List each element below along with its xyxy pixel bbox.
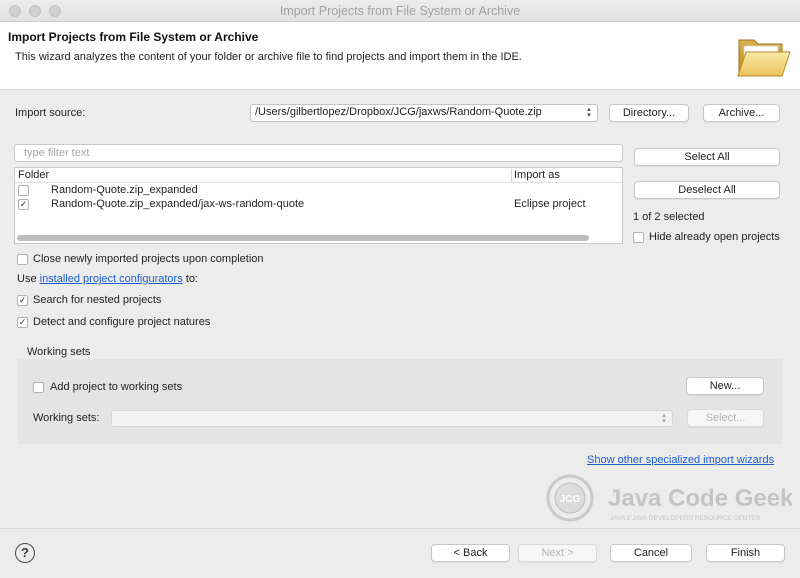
projects-table: Folder Import as Random-Quote.zip_expand… xyxy=(14,167,623,244)
detect-natures-checkbox[interactable]: ✓ xyxy=(17,317,28,328)
deselect-all-button[interactable]: Deselect All xyxy=(634,181,780,199)
window-title: Import Projects from File System or Arch… xyxy=(279,4,521,18)
add-working-sets-checkbox[interactable] xyxy=(33,382,44,393)
search-nested-checkbox[interactable]: ✓ xyxy=(17,295,28,306)
horizontal-scrollbar[interactable] xyxy=(17,234,620,242)
wizard-title: Import Projects from File System or Arch… xyxy=(8,30,259,44)
row-checkbox[interactable] xyxy=(18,185,29,196)
selection-count: 1 of 2 selected xyxy=(633,211,705,223)
working-sets-label: Working sets: xyxy=(33,412,100,424)
filter-input[interactable]: type filter text xyxy=(14,144,623,162)
column-header-import-as[interactable]: Import as xyxy=(514,169,560,181)
column-separator xyxy=(511,169,512,182)
use-suffix: to: xyxy=(182,273,198,285)
import-source-label: Import source: xyxy=(15,107,86,119)
table-row[interactable]: Random-Quote.zip_expanded xyxy=(15,183,622,198)
use-prefix: Use xyxy=(17,273,40,285)
wizard-description: This wizard analyzes the content of your… xyxy=(15,51,522,63)
close-imported-label[interactable]: Close newly imported projects upon compl… xyxy=(33,253,264,265)
working-sets-combo[interactable]: ▴ ▾ xyxy=(111,410,673,427)
table-header: Folder Import as xyxy=(15,168,622,183)
watermark-tagline: JAVA 2 JAVA DEVELOPERS RESOURCE CENTER xyxy=(610,515,760,522)
new-working-set-button[interactable]: New... xyxy=(686,377,764,395)
column-header-folder[interactable]: Folder xyxy=(18,169,49,181)
working-sets-panel xyxy=(17,359,783,444)
hide-open-checkbox[interactable] xyxy=(633,232,644,243)
wizard-header: Import Projects from File System or Arch… xyxy=(0,22,800,90)
search-nested-label[interactable]: Search for nested projects xyxy=(33,294,161,306)
row-folder: Random-Quote.zip_expanded/jax-ws-random-… xyxy=(51,198,305,210)
watermark-badge: JCG xyxy=(560,494,581,505)
hide-open-label[interactable]: Hide already open projects xyxy=(649,231,780,243)
close-imported-checkbox[interactable] xyxy=(17,254,28,265)
back-button[interactable]: < Back xyxy=(431,544,510,562)
installed-configurators-link[interactable]: installed project configurators xyxy=(40,273,183,285)
row-import-as: Eclipse project xyxy=(514,198,586,210)
scrollbar-thumb[interactable] xyxy=(17,235,589,241)
next-button[interactable]: Next > xyxy=(518,544,597,562)
cancel-button[interactable]: Cancel xyxy=(610,544,692,562)
working-sets-group-label: Working sets xyxy=(27,346,91,358)
footer-separator xyxy=(0,528,800,529)
row-folder: Random-Quote.zip_expanded xyxy=(51,184,198,196)
archive-button[interactable]: Archive... xyxy=(703,104,780,122)
combo-arrows-icon: ▴ ▾ xyxy=(662,412,666,425)
detect-natures-label[interactable]: Detect and configure project natures xyxy=(33,316,210,328)
open-folder-icon xyxy=(737,39,791,77)
select-working-sets-button[interactable]: Select... xyxy=(687,409,764,427)
title-bar: Import Projects from File System or Arch… xyxy=(0,0,800,22)
directory-button[interactable]: Directory... xyxy=(609,104,689,122)
finish-button[interactable]: Finish xyxy=(706,544,785,562)
table-row[interactable]: ✓ Random-Quote.zip_expanded/jax-ws-rando… xyxy=(15,197,622,212)
help-icon[interactable]: ? xyxy=(15,543,35,563)
select-all-button[interactable]: Select All xyxy=(634,148,780,166)
watermark-brand: Java Code Geeks xyxy=(608,485,792,512)
row-checkbox[interactable]: ✓ xyxy=(18,199,29,210)
other-import-wizards-link[interactable]: Show other specialized import wizards xyxy=(587,454,774,466)
add-working-sets-label[interactable]: Add project to working sets xyxy=(50,381,182,393)
import-source-value: /Users/gilbertlopez/Dropbox/JCG/jaxws/Ra… xyxy=(255,106,542,118)
import-source-combo[interactable]: /Users/gilbertlopez/Dropbox/JCG/jaxws/Ra… xyxy=(250,104,598,122)
combo-arrows-icon: ▴ ▾ xyxy=(587,106,591,119)
java-code-geeks-watermark: JCG Java Code Geeks JAVA 2 JAVA DEVELOPE… xyxy=(546,474,792,522)
configurators-line: Use installed project configurators to: xyxy=(17,273,198,285)
